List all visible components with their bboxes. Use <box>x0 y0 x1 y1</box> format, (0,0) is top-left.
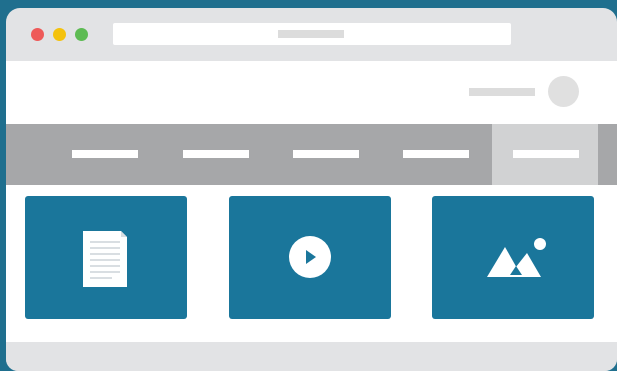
nav-bar <box>6 124 617 185</box>
nav-item-2[interactable] <box>177 124 287 185</box>
nav-item-label-placeholder <box>72 150 138 158</box>
nav-item-4[interactable] <box>397 124 507 185</box>
avatar[interactable] <box>548 76 579 107</box>
document-card[interactable] <box>25 196 187 319</box>
document-icon <box>83 231 127 287</box>
account-name-placeholder <box>469 88 535 96</box>
title-bar <box>6 8 617 61</box>
maximize-window-button[interactable] <box>75 28 88 41</box>
nav-item-1[interactable] <box>66 124 176 185</box>
close-window-button[interactable] <box>31 28 44 41</box>
video-card[interactable] <box>229 196 391 319</box>
nav-item-label-placeholder <box>513 150 579 158</box>
nav-item-5-active[interactable] <box>492 124 598 185</box>
nav-item-3[interactable] <box>287 124 397 185</box>
image-card[interactable] <box>432 196 594 319</box>
nav-item-label-placeholder <box>183 150 249 158</box>
browser-window <box>6 8 617 371</box>
url-placeholder <box>278 30 344 38</box>
image-icon <box>487 238 546 277</box>
nav-item-label-placeholder <box>293 150 359 158</box>
address-bar[interactable] <box>113 23 511 45</box>
page-header <box>6 61 617 124</box>
nav-item-label-placeholder <box>403 150 469 158</box>
minimize-window-button[interactable] <box>53 28 66 41</box>
footer-bar <box>6 342 617 371</box>
play-icon <box>289 236 331 278</box>
content-area <box>6 185 617 342</box>
